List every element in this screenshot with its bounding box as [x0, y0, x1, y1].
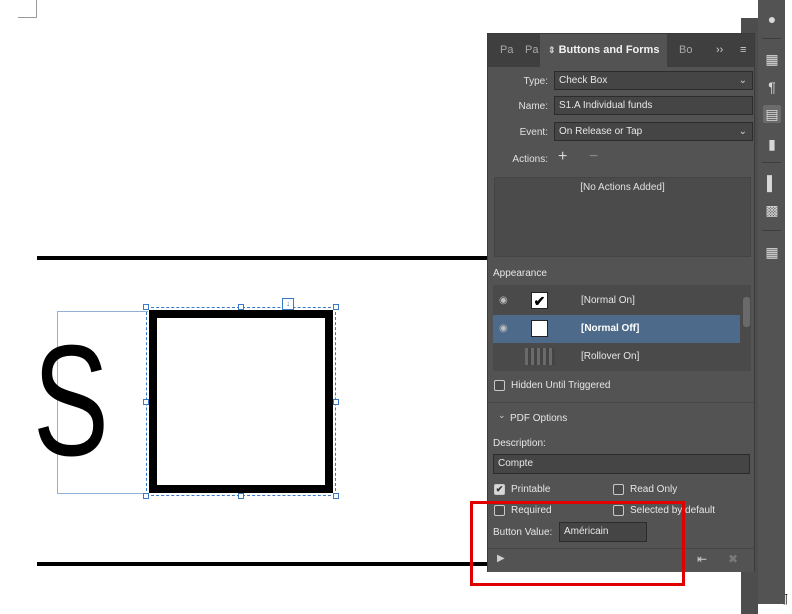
appearance-item-label: [Normal Off]: [581, 323, 640, 334]
resize-handle-tl[interactable]: [143, 304, 149, 310]
actions-empty-text: [No Actions Added]: [580, 182, 665, 193]
required-label: Required: [511, 505, 552, 516]
align-icon[interactable]: ▌: [763, 174, 781, 192]
actions-list[interactable]: [No Actions Added]: [494, 177, 751, 257]
required-checkbox[interactable]: [494, 505, 505, 516]
tab-buttons-and-forms[interactable]: ⇕ Buttons and Forms: [540, 34, 667, 67]
selected-by-default-checkbox[interactable]: [613, 505, 624, 516]
printable-checkbox[interactable]: ✔: [494, 484, 505, 495]
resize-handle-tc[interactable]: [238, 304, 244, 310]
appearance-thumb-pattern: [525, 348, 555, 365]
resize-handle-br[interactable]: [333, 493, 339, 499]
resize-handle-mr[interactable]: [333, 399, 339, 405]
horizontal-rule-top: [37, 256, 489, 260]
character-styles-icon[interactable]: ▦: [763, 50, 781, 68]
preview-icon[interactable]: ▶: [497, 553, 505, 564]
links-icon[interactable]: ●: [763, 10, 781, 28]
crop-mark-vertical: [36, 0, 37, 18]
scrollbar-thumb[interactable]: [743, 297, 750, 327]
type-select-value: Check Box: [559, 75, 608, 86]
tab-overflow-icon[interactable]: ››: [716, 34, 723, 67]
printable-label: Printable: [511, 484, 551, 495]
add-action-button[interactable]: +: [558, 148, 567, 166]
tab-buttons-and-forms-label: Buttons and Forms: [558, 44, 660, 56]
appearance-title: Appearance: [493, 268, 547, 279]
appearance-thumb-checked: ✔: [531, 292, 548, 309]
read-only-label: Read Only: [630, 484, 678, 495]
pdf-options-toggle[interactable]: PDF Options: [510, 413, 567, 424]
tab-grip-icon: ⇕: [548, 45, 556, 55]
appearance-item-label: [Rollover On]: [581, 351, 640, 362]
chevron-down-icon: ⌄: [738, 126, 747, 137]
crop-mark-horizontal: [18, 17, 36, 18]
tab-bookmarks[interactable]: Bo: [679, 34, 692, 67]
bookmarks-icon[interactable]: ▮: [763, 135, 781, 153]
paragraph-icon[interactable]: ¶: [763, 78, 781, 96]
remove-action-button[interactable]: −: [589, 148, 598, 166]
resize-handle-ml[interactable]: [143, 399, 149, 405]
actions-label: Actions:: [512, 154, 548, 165]
resize-handle-bl[interactable]: [143, 493, 149, 499]
appearance-item-label: [Normal On]: [581, 295, 635, 306]
chevron-down-icon: ⌄: [738, 75, 747, 86]
appearance-list: ◉ ✔ [Normal On] ◉ [Normal Off] [Rollover…: [493, 285, 751, 371]
panel-tab-bar: Pa Pa ⇕ Buttons and Forms Bo ›› ≡: [488, 34, 754, 67]
eye-icon[interactable]: ◉: [499, 295, 511, 307]
resize-handle-tr[interactable]: [333, 304, 339, 310]
button-value-label: Button Value:: [493, 527, 553, 538]
appearance-item-normal-off[interactable]: ◉ [Normal Off]: [493, 315, 740, 343]
resize-handle-bc[interactable]: [238, 493, 244, 499]
event-select[interactable]: On Release or Tap ⌄: [554, 122, 753, 141]
tab-paragraph-styles[interactable]: Pa: [525, 34, 538, 67]
description-field[interactable]: Compte: [493, 454, 750, 474]
horizontal-rule-bottom: [37, 562, 489, 566]
name-field[interactable]: S1.A Individual funds: [554, 96, 753, 115]
event-select-value: On Release or Tap: [559, 126, 643, 137]
buttons-forms-icon[interactable]: ▤: [763, 105, 781, 123]
panel-menu-icon[interactable]: ≡: [740, 34, 746, 67]
selected-checkbox-frame[interactable]: [146, 307, 336, 496]
right-tool-dock: ● ▦ ¶ ▤ ▮ ▌ ▩ ▦: [758, 0, 785, 604]
pdf-options-chevron-icon[interactable]: ⌄: [498, 410, 506, 421]
tab-pages[interactable]: Pa: [500, 34, 513, 67]
description-label: Description:: [493, 438, 546, 449]
type-select[interactable]: Check Box ⌄: [554, 71, 753, 90]
anchor-icon[interactable]: ↓: [282, 298, 294, 310]
name-label: Name:: [518, 101, 548, 112]
canvas-letter: S: [33, 313, 109, 489]
appearance-scrollbar[interactable]: [742, 285, 751, 371]
trash-icon[interactable]: ✖: [728, 552, 738, 566]
hidden-until-triggered-label: Hidden Until Triggered: [511, 380, 611, 391]
panel-bottom-bar: ▶ ⇤ ✖: [488, 548, 754, 572]
read-only-checkbox[interactable]: [613, 484, 624, 495]
button-value-field[interactable]: Américain: [559, 522, 647, 542]
pathfinder-icon[interactable]: ▩: [763, 201, 781, 219]
hidden-until-triggered-checkbox[interactable]: [494, 380, 505, 391]
type-label: Type:: [523, 76, 548, 87]
eye-icon[interactable]: ◉: [499, 323, 511, 335]
buttons-and-forms-panel: Pa Pa ⇕ Buttons and Forms Bo ›› ≡ Type: …: [487, 33, 755, 572]
appearance-item-normal-on[interactable]: ◉ ✔ [Normal On]: [493, 287, 740, 315]
appearance-thumb-unchecked: [531, 320, 548, 337]
convert-to-object-icon[interactable]: ⇤: [697, 552, 707, 566]
event-label: Event:: [519, 127, 548, 138]
selected-by-default-label: Selected by default: [630, 505, 716, 516]
appearance-item-rollover-on[interactable]: [Rollover On]: [493, 343, 740, 371]
table-icon[interactable]: ▦: [763, 243, 781, 261]
